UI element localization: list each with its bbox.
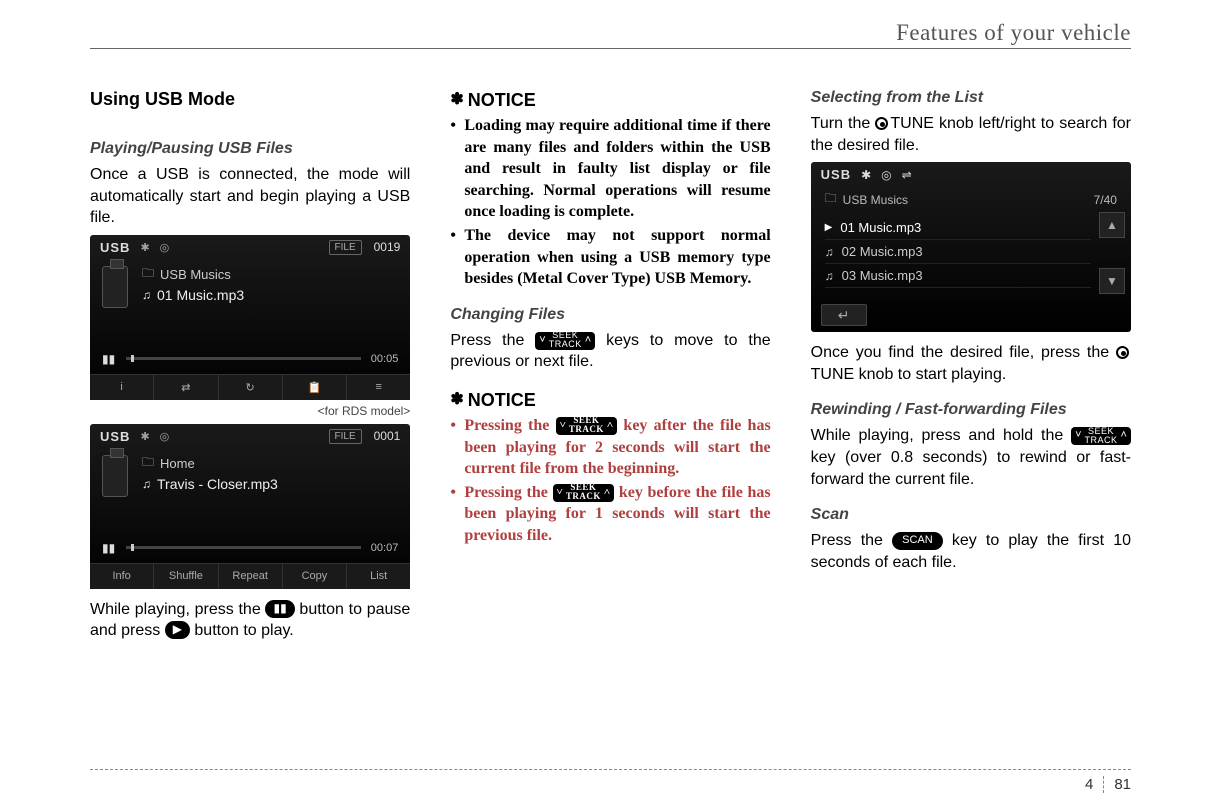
elapsed-time: 00:05 <box>371 353 399 365</box>
list-up-button: ▲ <box>1099 212 1125 238</box>
elapsed-time: 00:07 <box>371 542 399 554</box>
caption-rds-model: <for RDS model> <box>90 404 410 418</box>
subhead-scan: Scan <box>811 506 1131 524</box>
paragraph-intro: Once a USB is connected, the mode will a… <box>90 164 410 229</box>
signal-icon: ◎ <box>160 241 170 254</box>
column-2: ✽NOTICE •Loading may require additional … <box>450 89 770 648</box>
subhead-changing-files: Changing Files <box>450 306 770 324</box>
paragraph-pause-play: While playing, press the ▮▮ button to pa… <box>90 599 410 642</box>
play-pause-indicator: ▮▮ <box>102 541 116 555</box>
file-badge: FILE <box>329 429 362 444</box>
notice-star-icon: ✽ <box>450 91 463 108</box>
column-3: Selecting from the List Turn the TUNE kn… <box>811 89 1131 648</box>
screen1-mode: USB <box>100 240 130 255</box>
file-badge: FILE <box>329 240 362 255</box>
list-row: ♫ 02 Music.mp3 <box>825 240 1091 264</box>
screen1-btn-info: i <box>90 375 154 400</box>
page-number: 81 <box>1103 776 1131 793</box>
notice-heading-1: ✽NOTICE <box>450 89 770 111</box>
list-mode: USB <box>821 167 851 182</box>
folder-icon: 🗀 <box>142 453 154 474</box>
file-number: 0001 <box>374 429 401 443</box>
usb-stick-icon <box>102 455 128 497</box>
heading-using-usb-mode: Using USB Mode <box>90 89 410 110</box>
paragraph-rewind-ff: While playing, press and hold the ˅SEEKT… <box>811 425 1131 490</box>
page-header: Features of your vehicle <box>90 20 1131 49</box>
screen2-btn-repeat: Repeat <box>219 564 283 589</box>
paragraph-scan: Press the SCAN key to play the first 10 … <box>811 530 1131 573</box>
bluetooth-icon: ✱ <box>140 241 149 254</box>
notice-heading-2: ✽NOTICE <box>450 389 770 411</box>
tune-knob-icon <box>875 117 888 130</box>
page-footer: 4 81 <box>90 769 1131 793</box>
list-row: ▶ 01 Music.mp3 <box>825 216 1091 240</box>
notice-body-1: •Loading may require additional time if … <box>450 115 770 290</box>
notice-star-icon: ✽ <box>450 391 463 408</box>
file-number: 0019 <box>374 240 401 254</box>
scan-button-icon: SCAN <box>892 532 943 550</box>
link-icon: ⇌ <box>902 168 912 182</box>
list-counter: 7/40 <box>1094 193 1117 207</box>
music-note-icon: ♫ <box>825 245 834 259</box>
paragraph-changing-files: Press the ˅SEEKTRACK˄ keys to move to th… <box>450 330 770 373</box>
folder-name: Home <box>160 456 195 471</box>
screen1-btn-list: ≡ <box>347 375 410 400</box>
list-back-button: ↵ <box>821 304 867 326</box>
bluetooth-icon: ✱ <box>861 168 871 182</box>
paragraph-select-list: Turn the TUNE knob left/right to search … <box>811 113 1131 156</box>
usb-stick-icon <box>102 266 128 308</box>
notice-body-2: • Pressing the ˅SEEKTRACK˄ key after the… <box>450 415 770 547</box>
screen2-btn-list: List <box>347 564 410 589</box>
section-number: 4 <box>1085 776 1103 793</box>
seek-track-button-icon: ˅SEEKTRACK˄ <box>556 417 618 435</box>
screen2-btn-copy: Copy <box>283 564 347 589</box>
signal-icon: ◎ <box>881 168 891 182</box>
now-playing-icon: ▶ <box>825 222 833 233</box>
list-row: ♫ 03 Music.mp3 <box>825 264 1091 288</box>
music-note-icon: ♫ <box>142 288 151 302</box>
screen2-mode: USB <box>100 429 130 444</box>
folder-icon: 🗀 <box>142 264 154 285</box>
subhead-rewind-ff: Rewinding / Fast-forwarding Files <box>811 401 1131 419</box>
signal-icon: ◎ <box>160 430 170 443</box>
track-name: Travis - Closer.mp3 <box>157 476 278 492</box>
music-note-icon: ♫ <box>142 477 151 491</box>
subhead-selecting-from-list: Selecting from the List <box>811 89 1131 107</box>
paragraph-after-list: Once you find the desired file, press th… <box>811 342 1131 385</box>
screen1-btn-repeat: ↻ <box>219 375 283 400</box>
list-folder-name: USB Musics <box>843 193 908 207</box>
pause-button-icon: ▮▮ <box>265 600 294 618</box>
folder-icon: 🗀 <box>825 189 837 210</box>
subhead-playing-pausing: Playing/Pausing USB Files <box>90 140 410 158</box>
screen1-btn-copy: 📋 <box>283 375 347 400</box>
screen1-btn-shuffle: ⇄ <box>154 375 218 400</box>
bluetooth-icon: ✱ <box>140 430 149 443</box>
seek-track-button-icon: ˅SEEKTRACK˄ <box>553 484 615 502</box>
usb-screen-2: USB ✱ ◎ FILE 0001 🗀 Home ♫ Travis - Cl <box>90 424 410 589</box>
play-pause-indicator: ▮▮ <box>102 352 116 366</box>
folder-name: USB Musics <box>160 267 231 282</box>
seek-track-button-icon: ˅SEEKTRACK˄ <box>1071 427 1131 445</box>
music-note-icon: ♫ <box>825 269 834 283</box>
seek-track-button-icon: ˅SEEKTRACK˄ <box>535 332 595 350</box>
list-down-button: ▼ <box>1099 268 1125 294</box>
usb-list-screen: USB ✱ ◎ ⇌ 🗀 USB Musics 7/40 ▶ 0 <box>811 162 1131 332</box>
screen2-btn-info: Info <box>90 564 154 589</box>
screen2-btn-shuffle: Shuffle <box>154 564 218 589</box>
play-button-icon: ▶ <box>165 621 190 639</box>
usb-screen-1: USB ✱ ◎ FILE 0019 🗀 USB Musics ♫ 01 Mu <box>90 235 410 400</box>
column-1: Using USB Mode Playing/Pausing USB Files… <box>90 89 410 648</box>
tune-knob-icon <box>1116 346 1129 359</box>
track-name: 01 Music.mp3 <box>157 287 244 303</box>
